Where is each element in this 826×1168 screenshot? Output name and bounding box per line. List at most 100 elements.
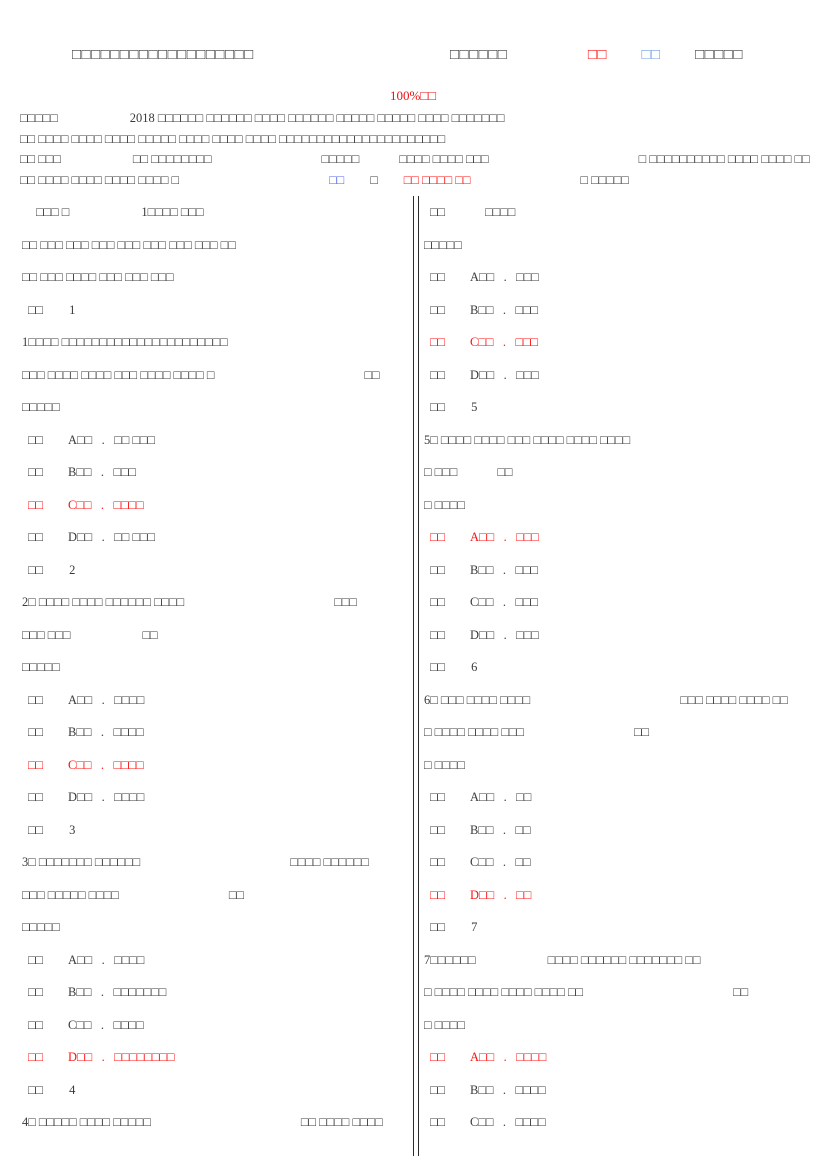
option-separator: . <box>100 725 104 739</box>
section-heading-tail: □□□□ <box>485 205 516 219</box>
body-text: □ □□□□ <box>424 1009 814 1042</box>
option-text: □□ <box>516 790 532 804</box>
answer-option[interactable]: □□ C□□. □□□ <box>424 586 814 619</box>
question-label-prefix: □□ <box>28 562 44 577</box>
body-text-content: □□□□□ <box>22 400 60 414</box>
option-separator: . <box>101 790 105 804</box>
answer-option[interactable]: □□ B□□. □□□ <box>424 554 814 587</box>
intro-text-segment: □□ □□□□ □□□□ □□□□ □□□□ □ <box>20 172 180 187</box>
body-text-content: □□□□□ <box>22 660 60 674</box>
question-text-main: 5□ □□□□ □□□□ □□□ □□□□ □□□□ □□□□ <box>424 432 631 447</box>
question-text-tail: □□ <box>364 367 380 382</box>
option-bullet: □□ <box>28 497 44 512</box>
intro-text-segment: □□ □□□□ □□ <box>403 172 471 187</box>
option-bullet: □□ <box>28 725 44 739</box>
option-separator: . <box>503 270 507 284</box>
option-letter: D□□ <box>68 790 93 804</box>
answer-option[interactable]: □□ A□□. □□□ <box>424 261 814 294</box>
question-text: 3□ □□□□□□□ □□□□□□ □□□□ □□□□□□ <box>22 846 410 879</box>
answer-option[interactable]: □□ A□□. □□□□ <box>424 1041 814 1074</box>
question-label-prefix: □□ <box>28 822 44 837</box>
question-number: 5 <box>471 400 478 414</box>
answer-option[interactable]: □□ C□□. □□ <box>424 846 814 879</box>
answer-option[interactable]: □□ D□□. □□□□ <box>22 781 410 814</box>
answer-option[interactable]: □□ A□□. □□ □□□ <box>22 424 410 457</box>
option-separator: . <box>101 952 105 967</box>
option-letter: A□□ <box>470 1050 495 1064</box>
option-separator: . <box>100 757 104 772</box>
answer-option[interactable]: □□ A□□. □□□□ <box>22 944 410 977</box>
intro-paragraph: □□□□□ 2018 □□□□□□ □□□□□□ □□□□ □□□□□□ □□□□… <box>20 108 810 190</box>
option-separator: . <box>503 790 507 804</box>
question-text-main: □□□ □□□ <box>22 627 71 642</box>
option-separator: . <box>100 1017 104 1032</box>
answer-option[interactable]: □□ D□□. □□ □□□ <box>22 521 410 554</box>
question-text-tail: □□ <box>497 465 513 479</box>
answer-option[interactable]: □□ B□□. □□□□ <box>424 1074 814 1107</box>
question-text-tail: □□ <box>142 627 158 642</box>
answer-option[interactable]: □□ C□□. □□□□ <box>424 1106 814 1139</box>
answer-option[interactable]: □□ A□□. □□ <box>424 781 814 814</box>
answer-option[interactable]: □□ D□□. □□□ <box>424 619 814 652</box>
question-text: 6□ □□□ □□□□ □□□□ □□□ □□□□ □□□□ □□ <box>424 684 814 717</box>
question-label-prefix: □□ <box>430 920 446 934</box>
option-letter: C□□ <box>470 855 494 869</box>
answer-option[interactable]: □□ B□□. □□ <box>424 814 814 847</box>
question-text: □□□ □□□ □□ <box>22 619 410 652</box>
document-header: □□□□□□□□□□□□□□□□□□□ □□□□□□ □□ □□ □□□□□ <box>0 47 826 73</box>
left-column: □□□ □ 1□□□□ □□□ □□ □□□ □□□ □□□ □□□ □□□ □□□… <box>22 196 410 1139</box>
option-letter: A□□ <box>470 790 495 804</box>
answer-option[interactable]: □□ C□□. □□□ <box>424 326 814 359</box>
option-separator: . <box>101 692 105 707</box>
option-separator: . <box>502 855 506 869</box>
option-separator: . <box>101 1050 105 1064</box>
option-bullet: □□ <box>430 887 446 902</box>
answer-option[interactable]: □□ D□□. □□ <box>424 879 814 912</box>
option-letter: A□□ <box>68 692 93 707</box>
answer-option[interactable]: □□ B□□. □□□□□□□ <box>22 976 410 1009</box>
option-bullet: □□ <box>28 1050 44 1064</box>
answer-option[interactable]: □□ C□□. □□□□ <box>22 1009 410 1042</box>
section-heading-tail: 1□□□□ □□□ <box>141 205 204 219</box>
answer-option[interactable]: □□ D□□. □□□□□□□□ <box>22 1041 410 1074</box>
option-bullet: □□ <box>28 757 44 772</box>
answer-option[interactable]: □□ B□□. □□□ <box>424 294 814 327</box>
answer-option[interactable]: □□ A□□. □□□ <box>424 521 814 554</box>
option-text: □□□□ <box>114 952 145 967</box>
option-text: □□ □□□ <box>114 530 156 544</box>
option-text: □□□□ <box>114 790 145 804</box>
body-text: □□□□□ <box>424 229 814 262</box>
answer-option[interactable]: □□ D□□. □□□ <box>424 359 814 392</box>
option-bullet: □□ <box>430 335 446 349</box>
option-letter: A□□ <box>470 270 495 284</box>
question-text: □ □□□ □□ <box>424 456 814 489</box>
intro-text-segment: □ □□□□□ <box>580 172 629 187</box>
option-text: □□□□□□□ <box>113 985 167 999</box>
question-label: □□ 1 <box>22 294 410 327</box>
option-text: □□□□ <box>113 757 144 772</box>
question-label-prefix: □□ <box>28 1082 44 1097</box>
answer-option[interactable]: □□ C□□. □□□□ <box>22 489 410 522</box>
option-letter: D□□ <box>470 887 495 902</box>
option-text: □□□□ <box>114 692 145 707</box>
intro-text-segment: □□□□□ <box>321 152 360 166</box>
question-text-main: 1□□□□ □□□□□□□□□□□□□□□□□□□□□□ <box>22 335 228 349</box>
answer-option[interactable]: □□ B□□. □□□□ <box>22 716 410 749</box>
question-text-main: □□□ □□□□□ □□□□ <box>22 887 119 902</box>
answer-option[interactable]: □□ B□□. □□□ <box>22 456 410 489</box>
answer-option[interactable]: □□ C□□. □□□□ <box>22 749 410 782</box>
section-heading-text: □□ <box>430 205 446 219</box>
option-text: □□□□ <box>113 497 144 512</box>
intro-line: □□ □□□□ □□□□ □□□□ □□□□□ □□□□ □□□□ □□□□ □… <box>20 129 810 150</box>
option-text: □□□□ <box>113 1017 144 1032</box>
question-text-tail: □□ <box>733 985 749 999</box>
option-text: □□□ <box>515 562 539 577</box>
option-bullet: □□ <box>430 270 446 284</box>
answer-option[interactable]: □□ A□□. □□□□ <box>22 684 410 717</box>
question-text-main: 6□ □□□ □□□□ □□□□ <box>424 692 531 707</box>
intro-line: □□ □□□ □□ □□□□□□□□ □□□□□ □□□□ □□□□ □□□ □ □□□… <box>20 149 810 170</box>
option-bullet: □□ <box>430 627 446 642</box>
option-letter: D□□ <box>68 530 93 544</box>
question-number: 4 <box>69 1082 76 1097</box>
option-letter: B□□ <box>470 302 494 317</box>
